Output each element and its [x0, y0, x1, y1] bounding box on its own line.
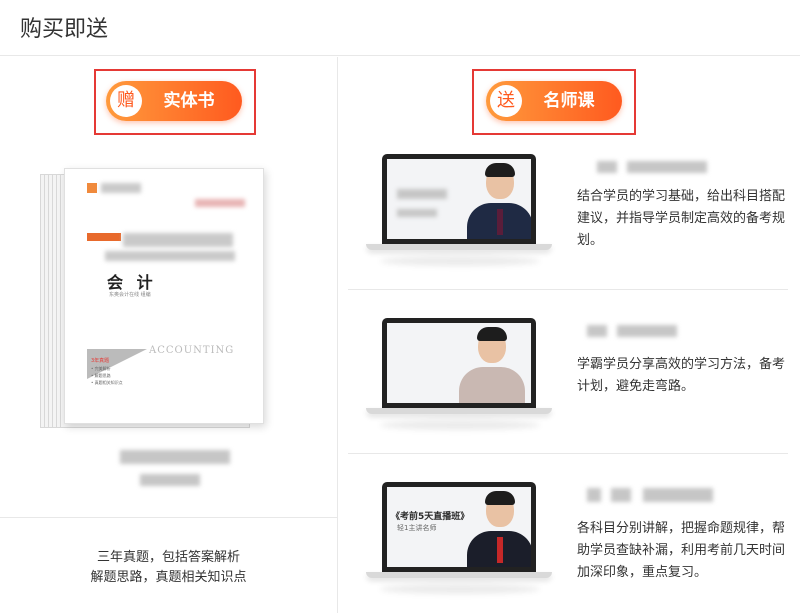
live-class-subtitle: 轻1主讲名师	[397, 524, 437, 532]
course-title-redacted	[587, 161, 787, 175]
live-class-title: 《考前5天直播班》	[391, 512, 470, 522]
page-title: 购买即送	[20, 17, 109, 42]
course-laptop-2	[366, 318, 552, 418]
book-bullet: • 完美解析	[91, 366, 111, 371]
book-caption-redacted	[140, 474, 200, 486]
book-tag: 3年真题	[91, 358, 110, 364]
course-laptop-1	[366, 154, 552, 254]
course-description: 结合学员的学习基础，给出科目搭配建议，并指导学员制定高效的备考规划。	[577, 189, 786, 248]
row-divider	[348, 453, 788, 454]
row-divider	[348, 289, 788, 290]
page-header: 购买即送	[0, 0, 800, 56]
course-laptop-3: 《考前5天直播班》 轻1主讲名师	[366, 482, 552, 582]
course-title-redacted	[587, 488, 787, 502]
course-description: 学霸学员分享高效的学习方法，备考计划，避免走弯路。	[577, 357, 786, 394]
gift-badge: 赠 实体书	[106, 81, 242, 121]
book-title: 会 计	[107, 273, 157, 292]
course-description: 各科目分别讲解，把握命题规律，帮助学员查缺补漏，利用考前几天时间加深印象，重点复…	[577, 521, 786, 580]
book-description: 三年真题，包括答案解析 解题思路，真题相关知识点	[90, 550, 247, 585]
column-divider	[337, 57, 338, 613]
book-cover: 会 计 东奥会计在线 组编 ACCOUNTING 3年真题 • 完美解析 • 解…	[64, 168, 264, 424]
book-subtitle: 东奥会计在线 组编	[109, 292, 151, 298]
book-image: 会 计 东奥会计在线 组编 ACCOUNTING 3年真题 • 完美解析 • 解…	[40, 168, 264, 430]
book-bullet: • 真题相关知识点	[91, 380, 123, 385]
bonus-badge: 送 名师课	[486, 81, 622, 121]
book-watermark: ACCOUNTING	[149, 345, 235, 356]
left-divider	[0, 517, 337, 518]
course-title-redacted	[587, 325, 787, 339]
book-caption-redacted	[120, 450, 230, 464]
bonus-badge-label: 名师课	[543, 91, 595, 111]
gift-badge-label: 实体书	[163, 91, 215, 111]
book-bullet: • 解题思路	[91, 373, 111, 378]
